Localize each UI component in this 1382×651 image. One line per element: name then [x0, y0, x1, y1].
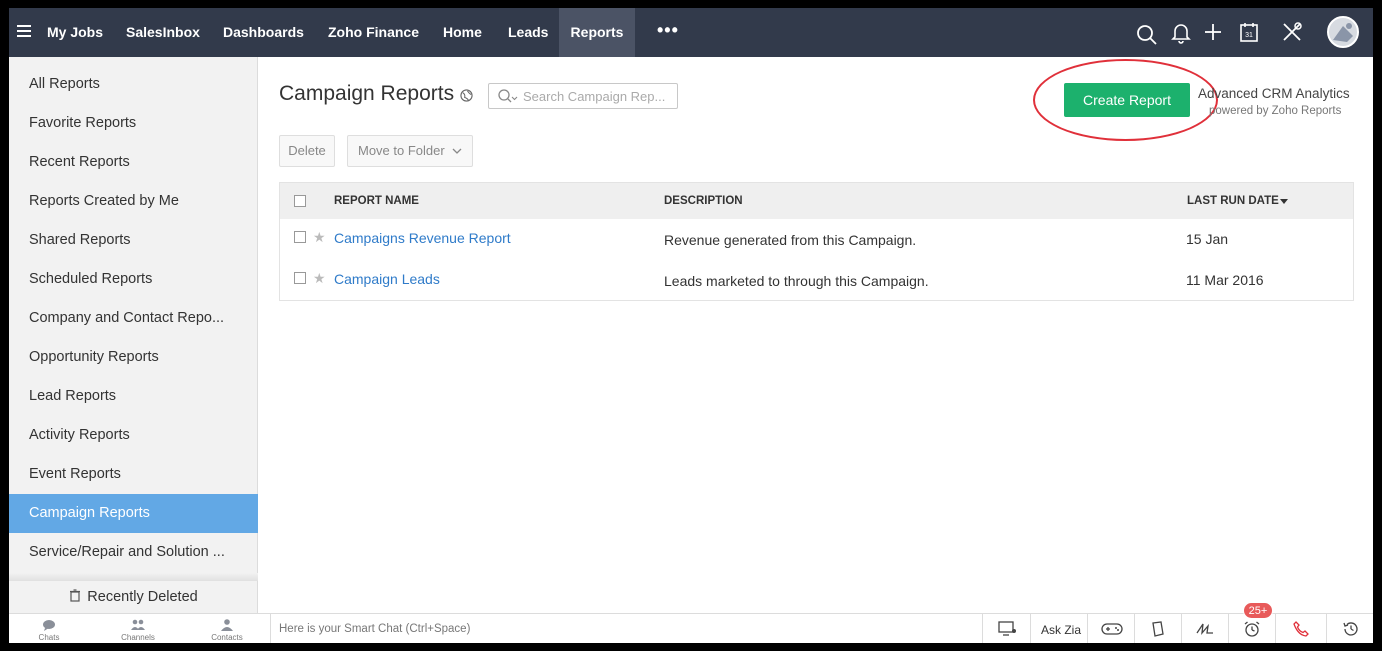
contact-person-icon — [221, 619, 233, 631]
sidebar-item-activity-reports[interactable]: Activity Reports — [9, 416, 258, 455]
nav-item-reports[interactable]: Reports — [559, 8, 635, 57]
column-header-report-name[interactable]: REPORT NAME — [334, 183, 419, 219]
select-all-checkbox[interactable] — [294, 195, 306, 207]
report-description: Revenue generated from this Campaign. — [664, 232, 917, 248]
sidebar-item-campaign-reports[interactable]: Campaign Reports — [9, 494, 258, 533]
menu-icon[interactable] — [17, 25, 31, 39]
nav-item-leads[interactable]: Leads — [508, 8, 548, 57]
smart-chat-bar[interactable] — [270, 614, 980, 643]
sidebar-item-shared-reports[interactable]: Shared Reports — [9, 221, 258, 260]
channels-icon — [131, 619, 145, 630]
trash-icon — [70, 589, 81, 602]
signature-icon — [1196, 623, 1213, 636]
setup-tools-icon[interactable] — [1280, 20, 1304, 44]
sidebar-item-opportunity-reports[interactable]: Opportunity Reports — [9, 338, 258, 377]
report-last-run: 15 Jan — [1186, 231, 1229, 247]
globe-icon — [460, 89, 473, 102]
report-link[interactable]: Campaigns Revenue Report — [334, 230, 511, 246]
sidebar: All Reports Favorite Reports Recent Repo… — [9, 57, 258, 613]
nav-item-zoho-finance[interactable]: Zoho Finance — [328, 8, 419, 57]
column-header-last-run-date[interactable]: LAST RUN DATE — [1187, 183, 1279, 219]
nav-item-home[interactable]: Home — [443, 8, 482, 57]
contacts-button[interactable]: Contacts — [197, 614, 257, 643]
search-input[interactable] — [523, 87, 673, 105]
reminders-count-badge: 25+ — [1243, 602, 1273, 619]
search-box[interactable] — [488, 83, 678, 109]
report-link[interactable]: Campaign Leads — [334, 271, 440, 287]
powered-by-label: powered by Zoho Reports — [1209, 105, 1342, 117]
delete-button[interactable]: Delete — [279, 135, 335, 167]
chats-button[interactable]: Chats — [19, 614, 79, 643]
report-description: Leads marketed to through this Campaign. — [664, 273, 929, 289]
notes-button[interactable] — [1134, 614, 1181, 643]
alarm-clock-icon — [1244, 621, 1260, 637]
search-icon — [498, 89, 518, 103]
page-title: Campaign Reports — [279, 82, 455, 105]
sidebar-item-scheduled-reports[interactable]: Scheduled Reports — [9, 260, 258, 299]
advanced-analytics-link[interactable]: Advanced CRM Analytics — [1198, 86, 1350, 101]
gamepad-icon — [1101, 623, 1123, 635]
channels-button[interactable]: Channels — [108, 614, 168, 643]
chats-label: Chats — [38, 633, 60, 642]
more-menu-icon[interactable]: ••• — [657, 8, 679, 57]
sidebar-item-company-contact-reports[interactable]: Company and Contact Repo... — [9, 299, 258, 338]
bell-icon[interactable] — [1169, 20, 1193, 44]
star-icon[interactable]: ★ — [313, 271, 326, 285]
ask-zia-button[interactable]: Ask Zia — [1030, 614, 1087, 643]
report-last-run: 11 Mar 2016 — [1186, 272, 1264, 288]
nav-item-my-jobs[interactable]: My Jobs — [47, 8, 103, 57]
recently-deleted-link[interactable]: Recently Deleted — [9, 581, 258, 613]
chevron-down-icon — [452, 148, 462, 154]
history-button[interactable] — [1326, 614, 1373, 643]
channels-label: Channels — [121, 633, 155, 642]
column-header-description[interactable]: DESCRIPTION — [664, 183, 743, 219]
reports-table: REPORT NAME DESCRIPTION LAST RUN DATE ★ … — [279, 182, 1354, 301]
sidebar-item-lead-reports[interactable]: Lead Reports — [9, 377, 258, 416]
screen-share-button[interactable] — [982, 614, 1030, 643]
monitor-icon — [998, 621, 1016, 636]
star-icon[interactable]: ★ — [313, 230, 326, 244]
chat-bubble-icon — [43, 620, 55, 631]
sidebar-item-favorite-reports[interactable]: Favorite Reports — [9, 104, 258, 143]
nav-item-salesinbox[interactable]: SalesInbox — [126, 8, 200, 57]
nav-item-dashboards[interactable]: Dashboards — [223, 8, 304, 57]
bottom-bar: Chats Channels Contacts Ask Zia — [9, 613, 1373, 643]
recently-deleted-label: Recently Deleted — [87, 589, 198, 605]
row-checkbox[interactable] — [294, 272, 306, 284]
sidebar-item-created-by-me[interactable]: Reports Created by Me — [9, 182, 258, 221]
top-nav: My Jobs SalesInbox Dashboards Zoho Finan… — [9, 8, 1373, 57]
search-icon[interactable] — [1135, 23, 1159, 47]
sort-desc-icon[interactable] — [1280, 199, 1288, 204]
table-header: REPORT NAME DESCRIPTION LAST RUN DATE — [280, 183, 1353, 219]
user-avatar[interactable] — [1327, 16, 1359, 48]
smart-chat-input[interactable] — [279, 621, 969, 637]
calendar-day: 31 — [1245, 32, 1253, 39]
ask-zia-label: Ask Zia — [1041, 623, 1082, 637]
sticky-note-icon — [1152, 621, 1164, 637]
signature-button[interactable] — [1181, 614, 1228, 643]
create-report-button[interactable]: Create Report — [1064, 83, 1190, 117]
sidebar-item-service-repair-reports[interactable]: Service/Repair and Solution ... — [9, 533, 258, 572]
move-to-folder-label: Move to Folder — [358, 143, 445, 158]
row-checkbox[interactable] — [294, 231, 306, 243]
move-to-folder-button[interactable]: Move to Folder — [347, 135, 473, 167]
plus-icon[interactable] — [1201, 20, 1225, 44]
sidebar-divider — [9, 573, 258, 581]
calendar-icon[interactable]: 31 — [1237, 20, 1261, 44]
sidebar-item-all-reports[interactable]: All Reports — [9, 65, 258, 104]
history-clock-icon — [1343, 622, 1358, 636]
phone-button[interactable] — [1275, 614, 1326, 643]
phone-icon — [1293, 621, 1309, 637]
sidebar-item-event-reports[interactable]: Event Reports — [9, 455, 258, 494]
gamescope-button[interactable] — [1087, 614, 1134, 643]
sidebar-item-recent-reports[interactable]: Recent Reports — [9, 143, 258, 182]
app-window: My Jobs SalesInbox Dashboards Zoho Finan… — [9, 8, 1373, 643]
contacts-label: Contacts — [211, 633, 243, 642]
